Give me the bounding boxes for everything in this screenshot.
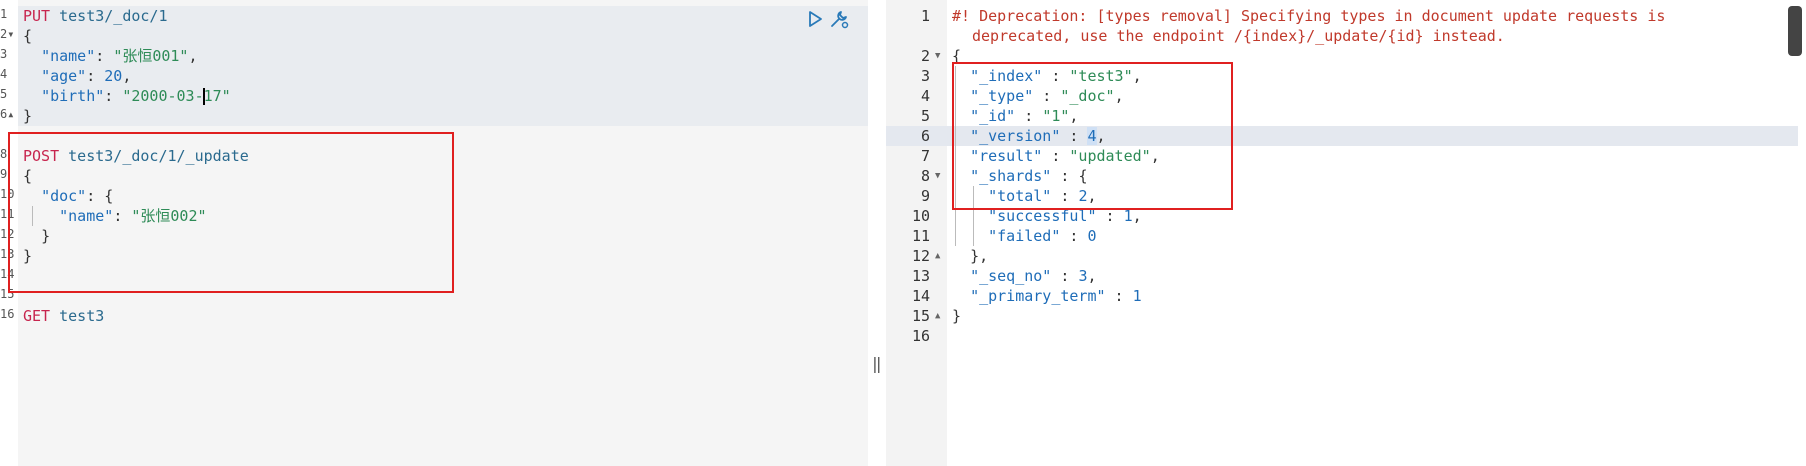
gutter-line-number: 6▴: [0, 107, 15, 121]
json-string: "张恒001": [113, 47, 189, 65]
response-line-number: 9: [920, 187, 930, 205]
json-key: "_seq_no": [970, 267, 1052, 285]
fold-toggle-icon[interactable]: ▼: [935, 46, 940, 66]
json-key: "birth": [41, 87, 105, 105]
play-icon[interactable]: [804, 8, 826, 30]
json-string: 17": [203, 87, 231, 105]
gutter-line-number: 2▾: [0, 27, 15, 41]
request-3-line[interactable]: GET test3: [23, 306, 104, 326]
code-line[interactable]: }: [23, 106, 32, 126]
code-line[interactable]: "name": "张恒001",: [23, 46, 197, 66]
code-line[interactable]: "age": 20,: [23, 66, 131, 86]
deprecation-warning: #! Deprecation: [types removal] Specifyi…: [952, 7, 1666, 25]
response-line-number: 10: [911, 207, 930, 225]
annotation-box-update-request: [8, 132, 454, 293]
brace: {: [23, 27, 33, 45]
response-line-number: 8: [920, 167, 930, 185]
json-key: "age": [41, 67, 87, 85]
response-line-number: 2: [920, 47, 930, 65]
code-line: }: [952, 306, 961, 326]
gutter-line-number: 4: [0, 67, 8, 81]
fold-toggle-icon[interactable]: ▲: [935, 306, 940, 326]
request-1-line[interactable]: PUT test3/_doc/1: [23, 6, 168, 26]
json-key: "name": [41, 47, 96, 65]
response-line-number: 12: [911, 247, 930, 265]
json-number: 0: [1087, 227, 1097, 245]
fold-toggle-icon[interactable]: ▼: [935, 166, 940, 186]
code-line[interactable]: "birth": "2000-03-17": [23, 86, 231, 106]
fold-toggle-icon[interactable]: ▲: [935, 246, 940, 266]
response-line-number: 11: [911, 227, 930, 245]
response-line-number: 6: [920, 127, 930, 145]
http-method: PUT: [23, 7, 51, 25]
wrench-icon[interactable]: [828, 8, 850, 30]
json-key: "failed": [988, 227, 1061, 245]
request-url: test3/_doc/1: [59, 7, 168, 25]
request-toolbar: [804, 8, 854, 30]
response-line-number: 16: [911, 327, 930, 345]
splitter-handle[interactable]: ‖: [872, 354, 882, 374]
code-line: "_primary_term" : 1: [970, 287, 1142, 305]
brace: },: [970, 247, 989, 265]
response-line-number: 5: [920, 107, 930, 125]
annotation-box-response: [952, 62, 1233, 210]
response-line-number: 15: [911, 307, 930, 325]
deprecation-warning: deprecated, use the endpoint /{index}/_u…: [972, 27, 1505, 45]
response-line-number: 14: [911, 287, 930, 305]
brace: }: [23, 107, 33, 125]
code-line: },: [952, 246, 988, 266]
code-line[interactable]: {: [23, 26, 32, 46]
response-line-number: 4: [920, 87, 930, 105]
request-url: test3: [59, 307, 105, 325]
json-number: 3: [1078, 267, 1088, 285]
gutter-line-number: 3: [0, 47, 8, 61]
brace: }: [952, 307, 962, 325]
json-string: "2000-03-: [122, 87, 204, 105]
http-method: GET: [23, 307, 51, 325]
json-key: "_primary_term": [970, 287, 1106, 305]
json-number: 1: [1132, 287, 1142, 305]
json-number: 20: [104, 67, 123, 85]
code-line: "_seq_no" : 3,: [970, 267, 1097, 285]
gutter-line-number: 5: [0, 87, 8, 101]
response-line-number: 1: [920, 7, 930, 25]
response-line-number: 7: [920, 147, 930, 165]
gutter-line-number: 1: [0, 7, 8, 21]
scrollbar-thumb[interactable]: [1788, 6, 1802, 56]
pane-splitter[interactable]: [868, 0, 886, 466]
response-line-number: 3: [920, 67, 930, 85]
gutter-line-number: 16: [0, 307, 15, 321]
response-line-number: 13: [911, 267, 930, 285]
